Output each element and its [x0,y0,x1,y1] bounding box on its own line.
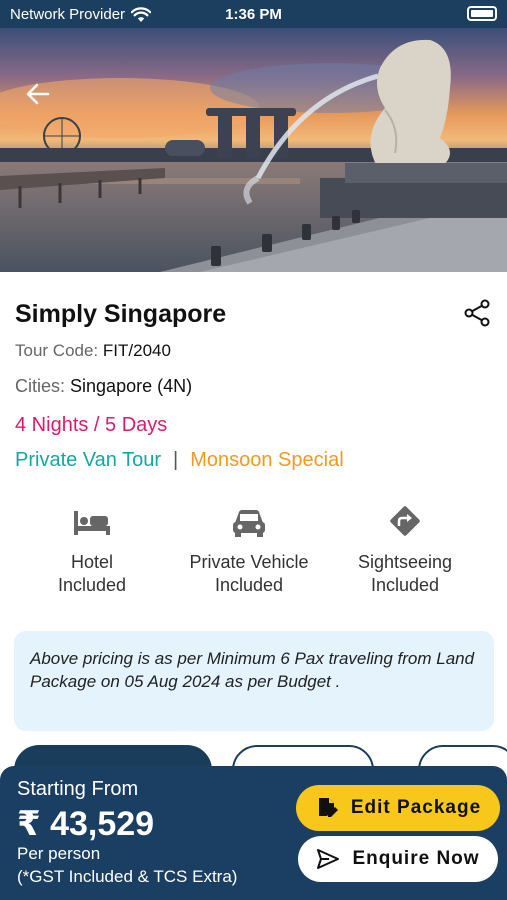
feature-hotel-line2: Included [57,575,127,595]
duration: 4 Nights / 5 Days [15,414,168,436]
feature-hotel-line1: Hotel [70,552,114,572]
feature-sightseeing-line2: Included [370,575,440,595]
directions-icon [390,506,420,536]
special-tag: Monsoon Special [190,449,344,471]
tax-note: (*GST Included & TCS Extra) [17,867,238,886]
edit-document-icon [318,798,338,817]
bed-icon [74,511,110,535]
feature-vehicle-line2: Included [214,575,284,595]
status-bar: Network Provider 1:36 PM [0,0,507,28]
edit-package-label: Edit Package [350,797,482,818]
starting-from-label: Starting From [17,778,139,800]
cities: Cities: Singapore (4N) [15,376,192,397]
pricing-note: Above pricing is as per Minimum 6 Pax tr… [14,631,494,731]
package-title: Simply Singapore [15,300,227,328]
package-tags: Private Van Tour | Monsoon Special [15,449,344,472]
share-icon[interactable] [462,298,492,328]
cities-label: Cities: [15,376,66,396]
hero-illustration [0,28,507,272]
feature-vehicle-line1: Private Vehicle [189,552,309,572]
feature-vehicle: Private Vehicle Included [174,505,324,597]
price-value: ₹ 43,529 [17,805,155,843]
tour-type-tag: Private Van Tour [15,449,162,471]
feature-sightseeing: Sightseeing Included [330,505,480,597]
cities-value: Singapore (4N) [70,376,193,396]
edit-package-button[interactable]: Edit Package [296,785,500,831]
tour-code-label: Tour Code: [15,341,99,360]
enquire-now-button[interactable]: Enquire Now [298,836,498,882]
battery-icon [467,6,497,21]
car-icon [233,510,265,537]
status-time: 1:36 PM [225,6,282,23]
feature-sightseeing-line1: Sightseeing [357,552,453,572]
price-footer: Starting From ₹ 43,529 Per person (*GST … [0,766,507,900]
feature-hotel: Hotel Included [17,505,167,597]
status-right [467,6,497,21]
tag-separator: | [173,449,179,471]
enquire-now-label: Enquire Now [352,848,480,869]
hero-image [0,28,507,272]
send-icon [317,849,340,869]
per-person-label: Per person [17,844,101,863]
tour-code-value: FIT/2040 [102,341,171,360]
back-arrow-icon[interactable] [22,78,54,110]
tour-code: Tour Code: FIT/2040 [15,341,171,361]
